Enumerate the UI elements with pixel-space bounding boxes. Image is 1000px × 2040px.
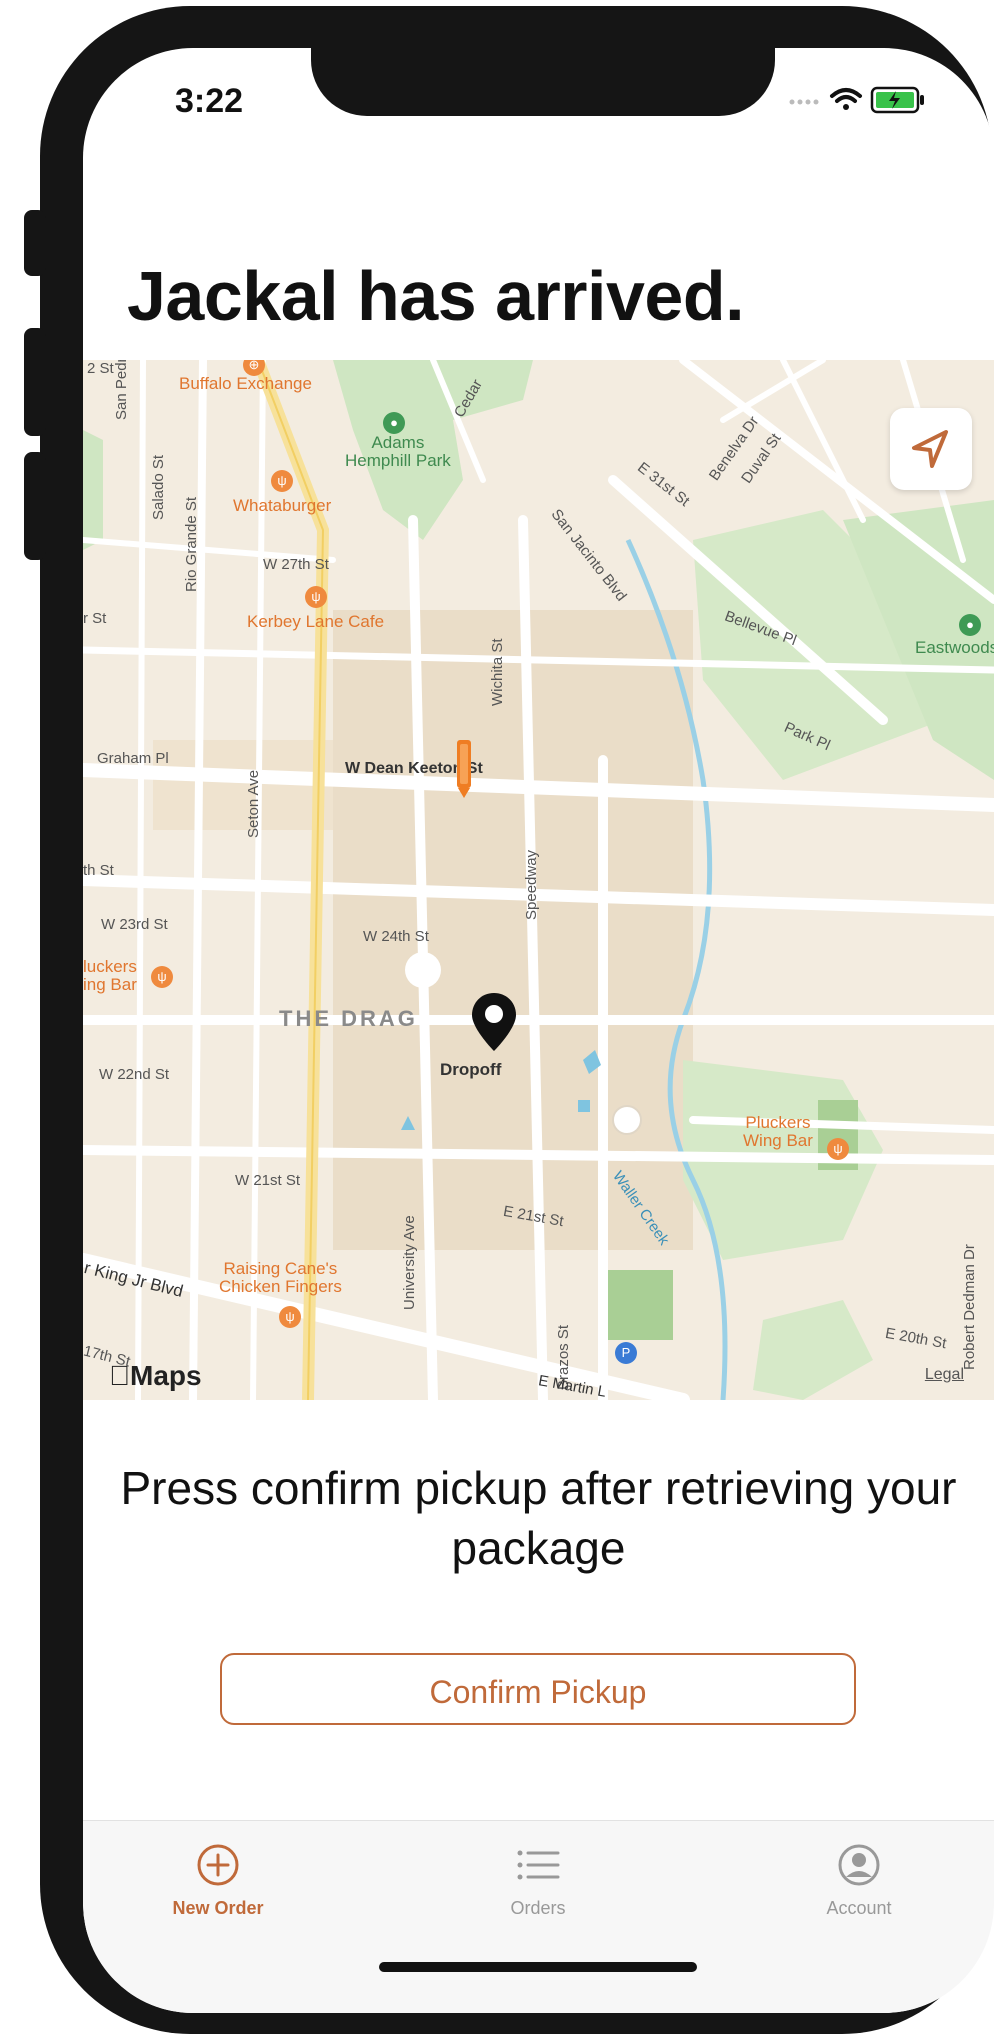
map-label: W 21st St — [235, 1172, 301, 1189]
status-time: 3:22 — [175, 82, 244, 120]
poi-label: luckers ing Bar — [83, 957, 137, 994]
poi-label: Kerbey Lane Cafe — [247, 612, 385, 631]
tab-label: Account — [826, 1898, 892, 1918]
volume-down-button — [24, 452, 46, 560]
signal-dots-icon — [789, 99, 819, 105]
person-circle-icon — [838, 1844, 880, 1886]
map-label: W 23rd St — [101, 916, 168, 933]
dropoff-label: Dropoff — [440, 1060, 502, 1079]
restaurant-icon: ψ — [305, 586, 327, 608]
jackal-robot-icon[interactable] — [453, 740, 475, 803]
page-title: Jackal has arrived. — [127, 257, 745, 335]
restaurant-icon: ψ — [279, 1306, 301, 1328]
map-label: 2 St — [87, 360, 114, 377]
map-pin-icon — [472, 993, 516, 1051]
poi-label: Pluckers Wing Bar — [743, 1113, 813, 1150]
map-label: San Pedro St — [113, 360, 130, 420]
map-label: Rio Grande St — [183, 496, 200, 592]
legal-link[interactable]: Legal — [925, 1366, 964, 1384]
map-label: Wichita St — [489, 638, 506, 706]
map-label: Speedway — [523, 849, 540, 920]
list-icon — [517, 1850, 560, 1880]
battery-charging-icon — [870, 86, 924, 114]
location-arrow-icon — [912, 430, 948, 468]
poi-label: Raising Cane's Chicken Fingers — [219, 1259, 342, 1296]
tab-bar: New Order Orders Account — [83, 1820, 994, 2013]
instruction-text: Press confirm pickup after retrieving yo… — [120, 1462, 957, 1574]
dropoff-pin[interactable] — [469, 991, 519, 1058]
map-label: Salado St — [150, 454, 167, 520]
tab-orders[interactable]: Orders — [438, 1843, 638, 1919]
parking-icon: P — [615, 1342, 637, 1364]
map-label: r St — [83, 610, 107, 627]
map-label: University Ave — [401, 1215, 418, 1310]
restaurant-icon: ψ — [271, 470, 293, 492]
locate-me-button[interactable] — [890, 408, 972, 490]
tab-label: Orders — [510, 1898, 566, 1918]
apple-icon:  — [109, 1360, 130, 1391]
map-label: Graham Pl — [97, 750, 169, 767]
restaurant-icon: ψ — [827, 1138, 849, 1160]
screen: 3:22 Jackal has arrived. 2 St San Pedro … — [83, 48, 994, 2013]
apple-maps-logo: Maps — [109, 1360, 202, 1391]
map-label: th St — [83, 862, 114, 879]
park-icon: ● — [383, 412, 405, 434]
mute-switch — [24, 210, 46, 276]
map-label: W 27th St — [263, 556, 329, 573]
confirm-pickup-button[interactable]: Confirm Pickup — [220, 1653, 856, 1725]
poi-label: Adams Hemphill Park — [345, 433, 451, 470]
poi-label: Whataburger — [233, 496, 332, 515]
tab-label: New Order — [172, 1898, 264, 1918]
map-label: W 24th St — [363, 928, 429, 945]
map-view[interactable]: 2 St San Pedro St Salado St Rio Grande S… — [83, 360, 994, 1400]
restaurant-icon: ψ — [151, 966, 173, 988]
map-label: Seton Ave — [245, 769, 262, 838]
map-label: W 22nd St — [99, 1066, 170, 1083]
poi-label: Buffalo Exchange — [179, 374, 312, 393]
notch — [311, 48, 775, 116]
status-icons — [786, 78, 936, 118]
tab-account[interactable]: Account — [759, 1843, 959, 1919]
tab-new-order[interactable]: New Order — [118, 1843, 318, 1919]
home-indicator[interactable] — [379, 1962, 697, 1972]
volume-up-button — [24, 328, 46, 436]
plus-circle-icon — [197, 1844, 239, 1886]
wifi-icon — [830, 88, 862, 110]
map-label: Robert Dedman Dr — [961, 1244, 978, 1370]
map-area-label: THE DRAG — [279, 1006, 418, 1031]
park-icon: ● — [959, 614, 981, 636]
poi-label: Eastwoods — [915, 638, 994, 657]
